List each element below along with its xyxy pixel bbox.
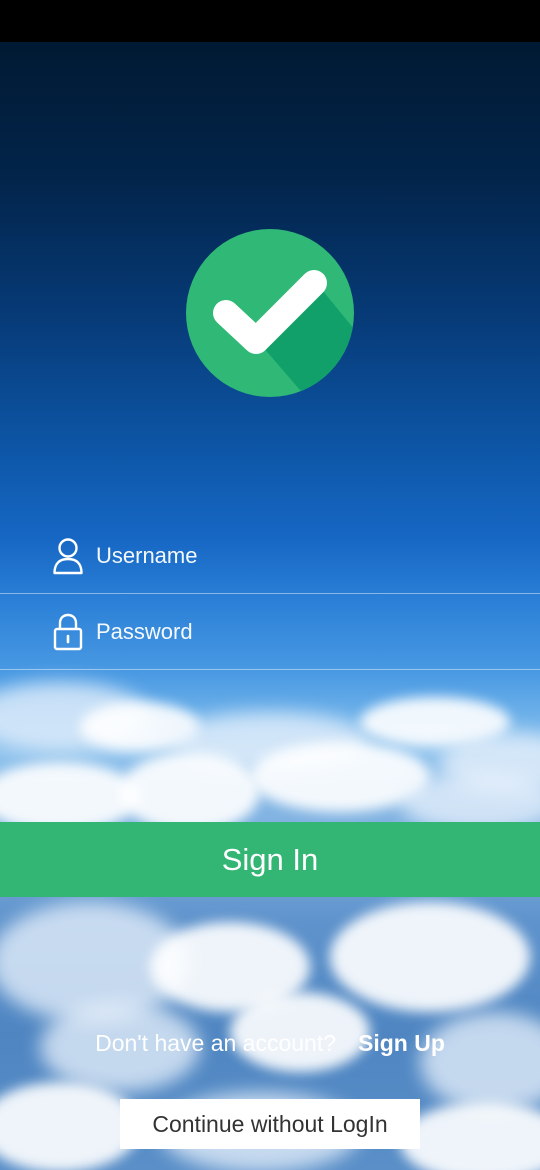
continue-without-login-button[interactable]: Continue without LogIn [120, 1099, 420, 1149]
signup-row: Don't have an account? Sign Up [0, 1030, 540, 1066]
username-input[interactable] [96, 539, 496, 573]
check-circle-icon [186, 229, 354, 397]
username-field-row [0, 519, 540, 594]
lock-icon [53, 613, 83, 651]
user-icon [53, 538, 83, 575]
password-field-row [0, 595, 540, 670]
login-screen: Sign In Don't have an account? Sign Up Co… [0, 42, 540, 1170]
sign-in-button[interactable]: Sign In [0, 822, 540, 897]
status-bar [0, 0, 540, 42]
password-input[interactable] [96, 615, 496, 649]
signup-prompt: Don't have an account? [95, 1030, 337, 1056]
sign-up-link[interactable]: Sign Up [358, 1030, 445, 1056]
